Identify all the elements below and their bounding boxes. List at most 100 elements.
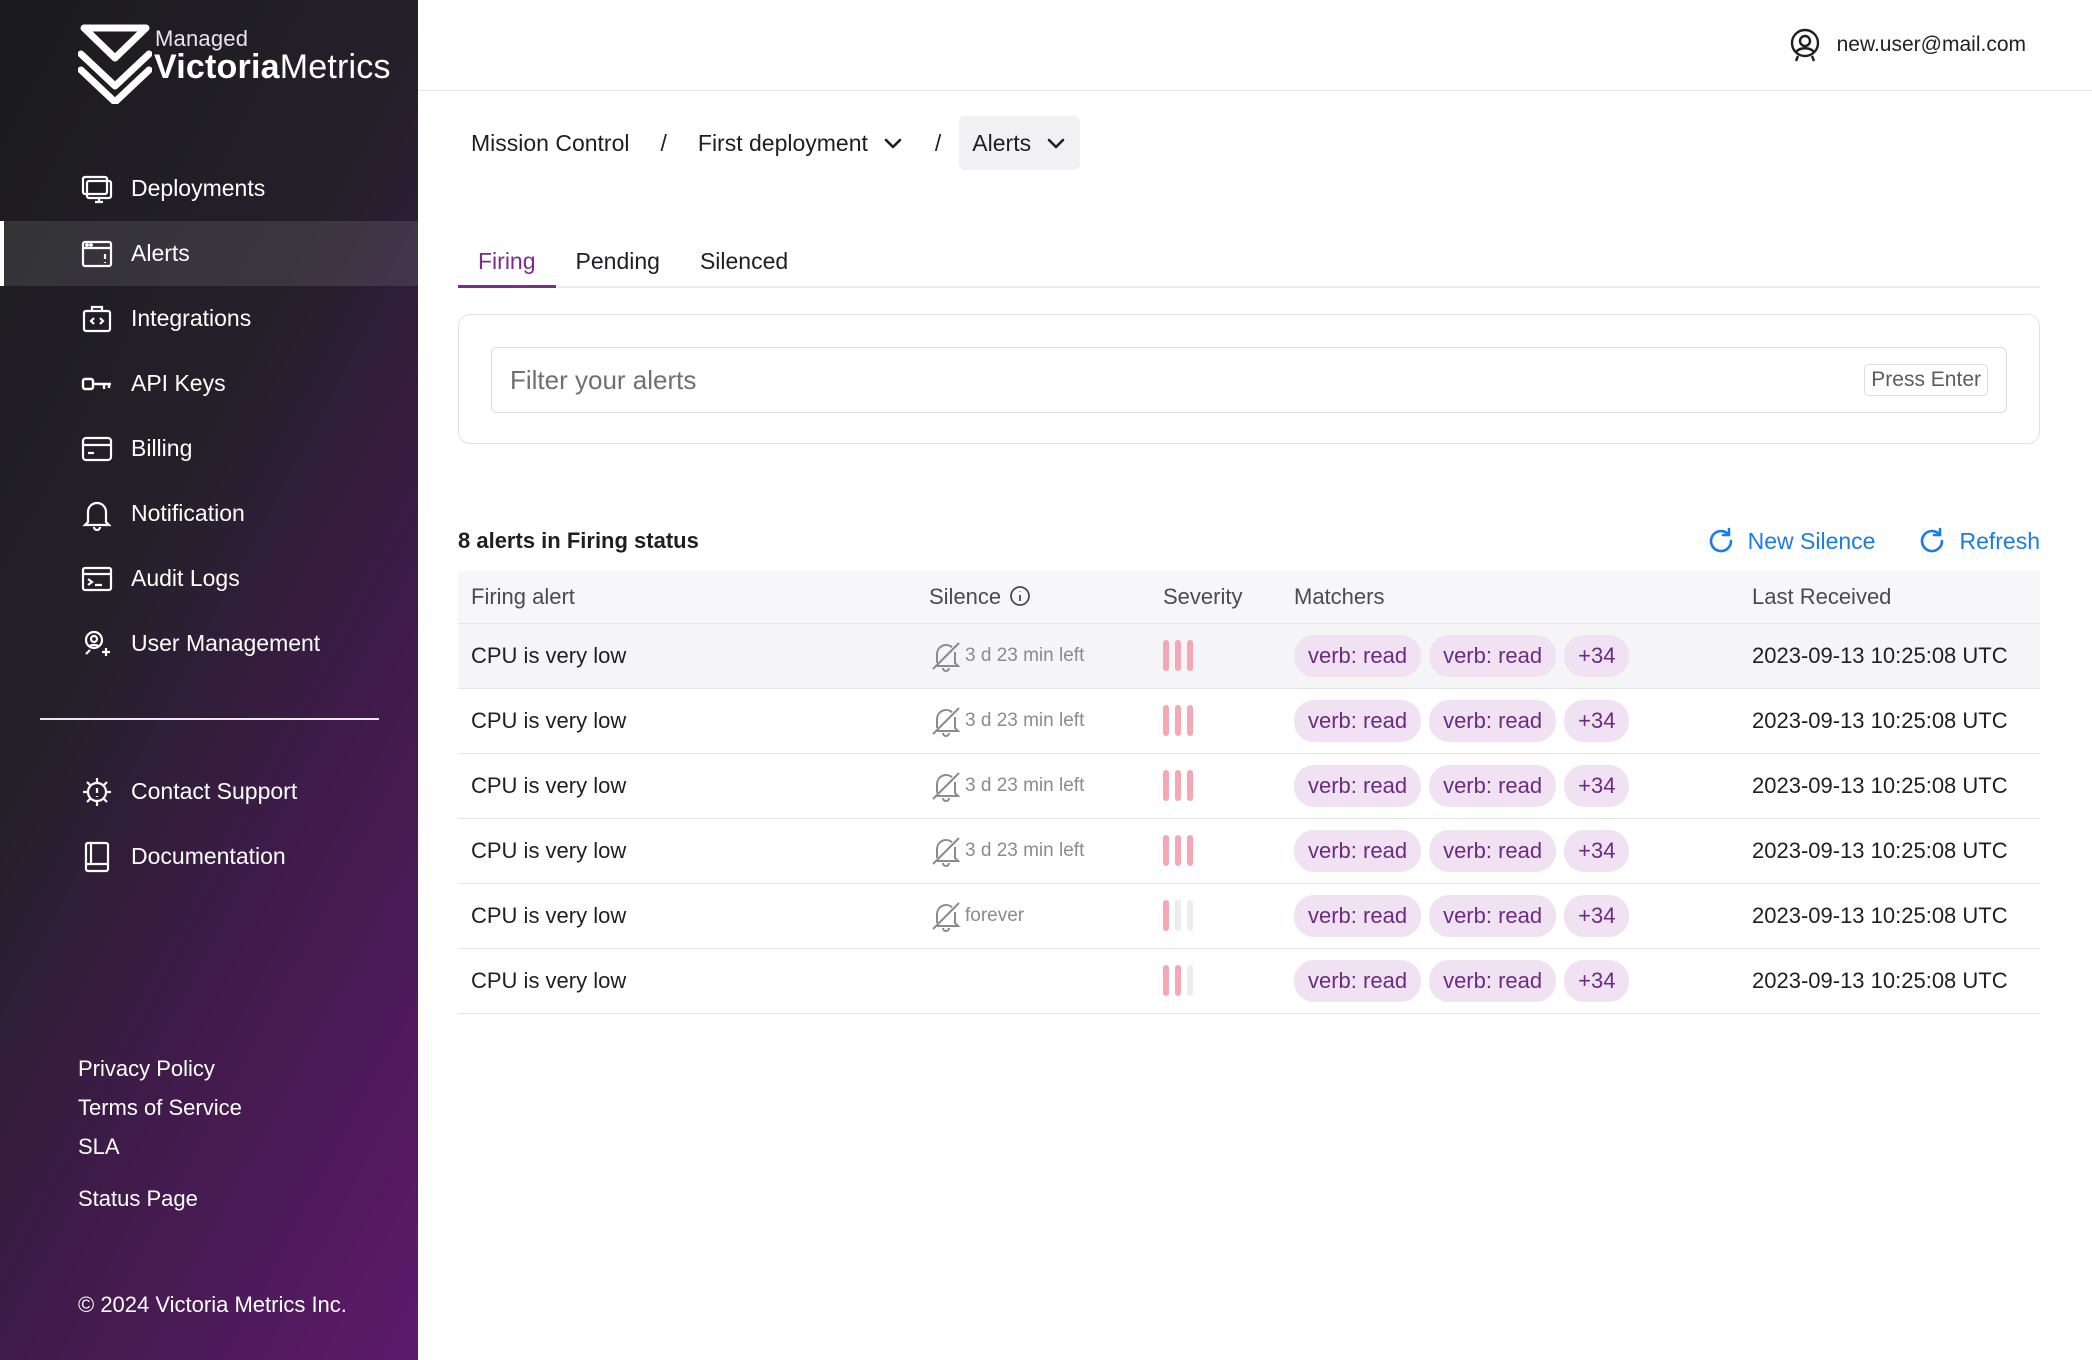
sidebar-item-alerts[interactable]: Alerts	[0, 221, 418, 286]
severity-bar	[1163, 705, 1169, 736]
severity-indicator	[1163, 835, 1281, 866]
breadcrumb-mission-control[interactable]: Mission Control	[458, 116, 643, 170]
column-header-firing-alert[interactable]: Firing alert	[458, 571, 916, 624]
more-matchers-chip[interactable]: +34	[1564, 764, 1630, 807]
severity-indicator	[1163, 900, 1281, 931]
matcher-chip[interactable]: verb: read	[1429, 829, 1557, 872]
matcher-chip[interactable]: verb: read	[1429, 764, 1557, 807]
severity-indicator	[1163, 965, 1281, 996]
severity-bar	[1175, 965, 1181, 996]
silence-status: 3 d 23 min left	[929, 834, 1150, 868]
column-header-severity[interactable]: Severity	[1150, 571, 1281, 624]
severity-cell	[1150, 948, 1281, 1014]
matcher-chip[interactable]: verb: read	[1294, 634, 1422, 677]
tab-pending[interactable]: Pending	[556, 240, 680, 288]
more-matchers-chip[interactable]: +34	[1564, 959, 1630, 1002]
card-icon	[80, 432, 114, 466]
refresh-button[interactable]: Refresh	[1917, 526, 2040, 556]
silence-cell: 3 d 23 min left	[916, 688, 1150, 754]
severity-bar	[1175, 900, 1181, 931]
alerts-table-body: CPU is very low 3 d 23 min left verb: re…	[458, 623, 2040, 1014]
brand-name: VictoriaMetrics	[154, 48, 391, 86]
sidebar-item-integrations[interactable]: Integrations	[0, 286, 418, 351]
matcher-chip[interactable]: verb: read	[1429, 959, 1557, 1002]
matcher-chip[interactable]: verb: read	[1429, 634, 1557, 677]
matcher-chip[interactable]: verb: read	[1294, 829, 1422, 872]
chevron-down-icon	[884, 138, 902, 149]
sidebar-item-contact-support[interactable]: Contact Support	[0, 759, 418, 824]
matcher-chip[interactable]: verb: read	[1294, 699, 1422, 742]
sidebar-item-label: User Management	[131, 630, 321, 656]
matchers-list: verb: read verb: read +34	[1294, 959, 1739, 1002]
table-row[interactable]: CPU is very low forever verb: read verb:…	[458, 883, 2040, 949]
sidebar-item-notification[interactable]: Notification	[0, 481, 418, 546]
breadcrumb-deployment-dropdown[interactable]: First deployment	[685, 116, 917, 170]
breadcrumb-section-dropdown[interactable]: Alerts	[959, 116, 1081, 170]
silence-status: 3 d 23 min left	[929, 769, 1150, 803]
integrations-icon	[80, 302, 114, 336]
table-row[interactable]: CPU is very low 3 d 23 min left verb: re…	[458, 818, 2040, 884]
sla-link[interactable]: SLA	[78, 1127, 242, 1166]
matchers-cell: verb: read verb: read +34	[1281, 688, 1739, 754]
alert-window-icon	[80, 237, 114, 271]
severity-bar	[1187, 640, 1193, 671]
severity-bar	[1187, 770, 1193, 801]
severity-bar	[1187, 705, 1193, 736]
matcher-chip[interactable]: verb: read	[1294, 894, 1422, 937]
silence-remaining: 3 d 23 min left	[965, 774, 1085, 796]
column-header-silence[interactable]: Silence	[916, 571, 1150, 624]
status-page-link[interactable]: Status Page	[78, 1179, 242, 1218]
column-header-last-received[interactable]: Last Received	[1739, 571, 2040, 624]
table-row[interactable]: CPU is very low 3 d 23 min left verb: re…	[458, 623, 2040, 689]
silence-status: 3 d 23 min left	[929, 704, 1150, 738]
sidebar-nav: Deployments Alerts Integrations API Keys…	[0, 156, 418, 676]
monitor-icon	[80, 172, 114, 206]
refresh-label: Refresh	[1959, 527, 2040, 554]
filter-alerts-input[interactable]	[492, 350, 1865, 410]
sidebar-item-api-keys[interactable]: API Keys	[0, 351, 418, 416]
column-header-matchers[interactable]: Matchers	[1281, 571, 1739, 624]
sidebar-item-audit-logs[interactable]: Audit Logs	[0, 546, 418, 611]
more-matchers-chip[interactable]: +34	[1564, 829, 1630, 872]
book-icon	[80, 840, 114, 874]
matcher-chip[interactable]: verb: read	[1429, 894, 1557, 937]
table-row[interactable]: CPU is very low verb: read verb: read +3…	[458, 948, 2040, 1014]
info-icon[interactable]	[1009, 585, 1031, 607]
tab-silenced[interactable]: Silenced	[680, 240, 808, 288]
brand-logo[interactable]: Managed VictoriaMetrics	[78, 24, 391, 108]
new-silence-button[interactable]: New Silence	[1706, 526, 1876, 556]
table-row[interactable]: CPU is very low 3 d 23 min left verb: re…	[458, 688, 2040, 754]
silence-remaining: 3 d 23 min left	[965, 839, 1085, 861]
sidebar-item-billing[interactable]: Billing	[0, 416, 418, 481]
matcher-chip[interactable]: verb: read	[1429, 699, 1557, 742]
matcher-chip[interactable]: verb: read	[1294, 959, 1422, 1002]
alert-status-tabs: Firing Pending Silenced	[458, 240, 2040, 288]
severity-bar	[1187, 900, 1193, 931]
severity-bar	[1163, 900, 1169, 931]
user-menu[interactable]: new.user@mail.com	[1787, 27, 2026, 63]
matchers-cell: verb: read verb: read +34	[1281, 623, 1739, 689]
more-matchers-chip[interactable]: +34	[1564, 894, 1630, 937]
matchers-list: verb: read verb: read +34	[1294, 699, 1739, 742]
sidebar-item-documentation[interactable]: Documentation	[0, 824, 418, 889]
sidebar-item-label: Integrations	[131, 305, 252, 331]
terms-of-service-link[interactable]: Terms of Service	[78, 1088, 242, 1127]
alerts-toolbar: 8 alerts in Firing status New Silence Re…	[458, 520, 2040, 562]
sidebar-item-deployments[interactable]: Deployments	[0, 156, 418, 221]
severity-bar	[1163, 770, 1169, 801]
more-matchers-chip[interactable]: +34	[1564, 634, 1630, 677]
silence-cell: 3 d 23 min left	[916, 753, 1150, 819]
privacy-policy-link[interactable]: Privacy Policy	[78, 1049, 242, 1088]
sidebar-item-label: Alerts	[131, 240, 190, 266]
sidebar-item-user-management[interactable]: User Management	[0, 611, 418, 676]
severity-indicator	[1163, 705, 1281, 736]
new-silence-label: New Silence	[1747, 527, 1876, 554]
table-row[interactable]: CPU is very low 3 d 23 min left verb: re…	[458, 753, 2040, 819]
bell-off-icon	[932, 901, 961, 932]
breadcrumb-separator: /	[660, 129, 667, 156]
severity-bar	[1187, 965, 1193, 996]
matchers-list: verb: read verb: read +34	[1294, 829, 1739, 872]
more-matchers-chip[interactable]: +34	[1564, 699, 1630, 742]
matcher-chip[interactable]: verb: read	[1294, 764, 1422, 807]
tab-firing[interactable]: Firing	[458, 240, 556, 288]
